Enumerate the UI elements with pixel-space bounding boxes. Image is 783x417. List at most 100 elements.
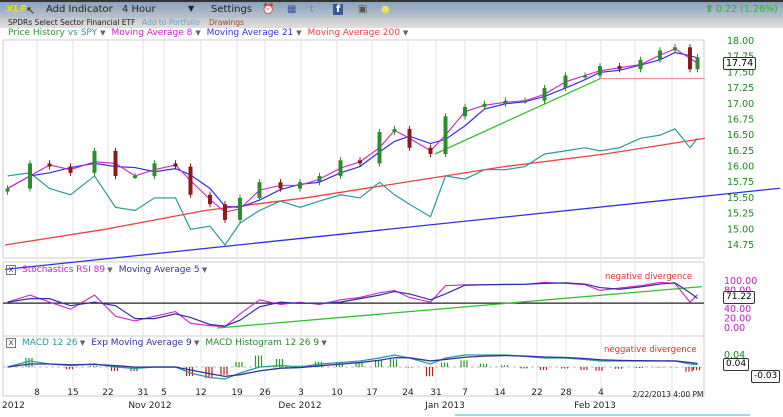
candle: [173, 163, 178, 167]
candle: [392, 128, 397, 133]
price-axis-tick: 14.75: [727, 240, 754, 251]
x-axis-month: Jan 2013: [424, 401, 465, 411]
candle: [583, 75, 587, 78]
candle: [563, 75, 568, 89]
x-axis-day: 19: [231, 388, 243, 398]
legend-signal[interactable]: Exp Moving Average 9: [91, 338, 192, 348]
signal-line: [7, 354, 698, 378]
candle: [443, 116, 448, 154]
candle: [377, 132, 382, 164]
candle: [298, 182, 302, 189]
macd-legend: X MACD 12 26 ▼ Exp Moving Average 9 ▼ MACD …: [6, 338, 333, 348]
candle: [598, 66, 602, 76]
candle: [238, 197, 242, 220]
candle: [223, 204, 227, 220]
x-axis-day: 3: [298, 388, 304, 398]
candle: [695, 57, 700, 70]
candle: [92, 150, 97, 173]
x-axis-month: Dec 2012: [278, 401, 321, 411]
price-axis-tick: 17.25: [727, 83, 754, 94]
price-axis-tick: 16.75: [727, 114, 754, 125]
candle: [338, 160, 343, 176]
price-last-value: 17.74: [723, 57, 757, 70]
candle: [638, 59, 643, 70]
stoch-annotation: negative divergence: [605, 272, 693, 282]
x-axis-day: 14: [494, 388, 506, 398]
close-panel-button[interactable]: X: [6, 338, 16, 348]
price-axis-tick: 17.00: [727, 99, 754, 110]
chevron-down-icon[interactable]: ▼: [192, 339, 199, 347]
histogram-last-value: -0.03: [751, 370, 781, 383]
candle: [523, 100, 527, 103]
legend-histogram[interactable]: MACD Histogram 12 26 9: [205, 338, 319, 348]
macd-annotation: neggative divergence: [604, 345, 697, 355]
stoch-ma5-line: [7, 282, 698, 327]
stoch-legend: X Stochastics RSI 89 ▼ Moving Average 5 ▼: [6, 265, 213, 275]
candle: [407, 128, 412, 148]
chevron-down-icon[interactable]: ▼: [200, 266, 207, 274]
ma200-line: [4, 137, 706, 246]
x-axis-day: 8: [34, 388, 40, 398]
chevron-down-icon[interactable]: ▼: [319, 339, 326, 347]
x-axis-day: 28: [560, 388, 572, 398]
x-axis-day: 31: [430, 388, 441, 398]
price-axis-tick: 16.50: [727, 130, 754, 141]
x-axis-day: 10: [331, 388, 343, 398]
ma8-line: [7, 48, 698, 213]
candle: [482, 103, 487, 107]
candle: [673, 47, 677, 51]
x-axis-day: 31: [137, 388, 148, 398]
candle: [113, 150, 118, 176]
candle: [208, 194, 212, 205]
candle: [133, 175, 137, 178]
legend-stoch-ma[interactable]: Moving Average 5: [119, 265, 200, 275]
macd-last-value: 0.04: [723, 358, 750, 371]
x-axis-day: 12: [195, 388, 206, 398]
x-axis-day: 7: [462, 388, 468, 398]
candle: [358, 160, 362, 164]
x-axis-day: 22: [531, 388, 542, 398]
x-axis-day: 5: [161, 388, 167, 398]
x-axis-day: 26: [259, 388, 271, 398]
ma21-line: [7, 51, 698, 208]
candle: [688, 47, 692, 70]
timestamp: 2/22/2013 4:00 PM: [632, 390, 703, 399]
candle: [152, 163, 157, 176]
x-axis-day: 22: [102, 388, 113, 398]
close-panel-button[interactable]: X: [6, 265, 16, 275]
candle: [428, 147, 433, 154]
price-axis-tick: 18.00: [727, 36, 754, 47]
legend-macd[interactable]: MACD 12 26: [22, 338, 78, 348]
price-axis-tick: 15.50: [727, 193, 754, 204]
x-axis-day: 4: [598, 388, 604, 398]
x-axis-day: 17: [366, 388, 377, 398]
price-axis-tick: 15.25: [727, 209, 754, 220]
candle: [542, 88, 547, 101]
price-axis-tick: 15.00: [727, 224, 754, 235]
stoch-last-value: 71.22: [723, 291, 755, 304]
x-axis-month: 2012: [2, 401, 25, 411]
legend-stoch[interactable]: Stochastics RSI 89: [22, 265, 105, 275]
candle: [68, 166, 73, 173]
stoch-axis-tick: 0.00: [724, 323, 745, 334]
x-axis-month: Nov 2012: [128, 401, 171, 411]
candle: [47, 163, 52, 167]
candle: [617, 66, 622, 70]
x-axis-month: Feb 2013: [574, 401, 616, 411]
candle: [317, 175, 322, 183]
candle: [257, 182, 262, 198]
x-axis-day: 15: [67, 388, 78, 398]
candle: [278, 182, 283, 189]
candle: [503, 100, 508, 104]
chevron-down-icon[interactable]: ▼: [105, 266, 112, 274]
trendline-green: [434, 78, 601, 155]
candle: [28, 163, 32, 189]
price-axis-tick: 15.75: [727, 177, 754, 188]
candle: [188, 166, 193, 195]
price-axis-tick: 16.00: [727, 162, 754, 173]
candle: [658, 50, 662, 60]
candle: [463, 106, 467, 117]
trendline-blue: [4, 187, 781, 271]
price-axis-tick: 16.25: [727, 146, 754, 157]
chevron-down-icon[interactable]: ▼: [78, 339, 85, 347]
